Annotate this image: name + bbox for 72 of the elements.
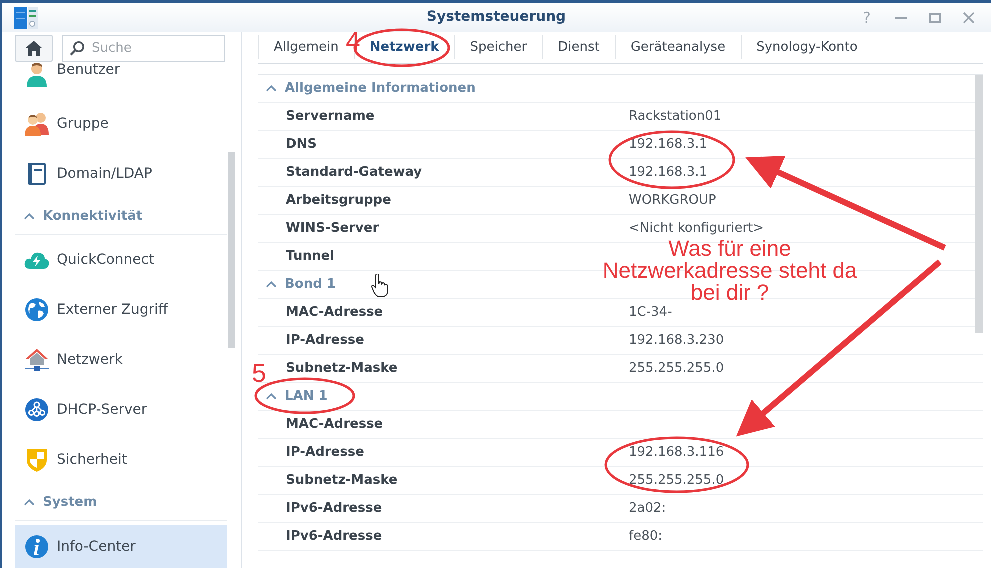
home-icon: [26, 41, 42, 56]
maximize-icon: [929, 12, 941, 22]
tab[interactable]: Speicher: [454, 35, 542, 59]
sidebar-item[interactable]: Sicherheit: [15, 435, 227, 485]
field-value: 192.168.3.1: [629, 137, 708, 152]
sidebar-item[interactable]: DHCP-Server: [15, 385, 227, 435]
tab[interactable]: Geräteanalyse: [614, 35, 741, 59]
sidebar-item[interactable]: QuickConnect: [15, 235, 227, 285]
field-value: <Nicht konfiguriert>: [629, 221, 764, 236]
home-button[interactable]: [15, 35, 53, 62]
field-value: 255.255.255.0: [629, 361, 724, 376]
field-value: Rackstation01: [629, 109, 722, 124]
field-value: 2a02:: [629, 501, 666, 516]
field-value: 192.168.3.1: [629, 165, 708, 180]
field-label: WINS-Server: [285, 221, 380, 236]
field-value: 192.168.3.230: [629, 333, 724, 348]
shield-icon: [25, 447, 49, 473]
tab[interactable]: Dienst: [542, 35, 615, 59]
field-value: 192.168.3.116: [629, 445, 724, 460]
directory-book-icon: [26, 162, 48, 186]
field-label: IPv6-Adresse: [285, 501, 384, 516]
chevron-up-icon[interactable]: [24, 213, 35, 220]
people-icon: [24, 111, 50, 137]
field-label: Subnetz-Maske: [285, 473, 399, 488]
field-label: DNS: [285, 137, 318, 152]
sidebar-section-title: System: [43, 495, 98, 510]
field-label: IP-Adresse: [285, 445, 366, 460]
field-label: MAC-Adresse: [285, 417, 384, 432]
scrollbar[interactable]: [228, 152, 235, 348]
search-icon: [70, 41, 85, 56]
scrollbar[interactable]: [975, 75, 983, 333]
section-title: LAN 1: [285, 389, 328, 404]
search-field[interactable]: Suche: [62, 35, 225, 62]
field-label: Subnetz-Maske: [285, 361, 399, 376]
chevron-up-icon[interactable]: [266, 281, 277, 288]
house-network-icon: [24, 348, 50, 372]
sidebar-item[interactable]: Externer Zugriff: [15, 285, 227, 335]
step-number: 5: [252, 360, 266, 386]
chevron-up-icon[interactable]: [266, 393, 277, 400]
sidebar-item[interactable]: Benutzer: [15, 62, 227, 99]
minimize-icon: [895, 16, 907, 18]
app-logo-icon: [14, 6, 38, 30]
globe-icon: [25, 298, 49, 322]
section-title: Allgemeine Informationen: [285, 81, 476, 96]
field-value: WORKGROUP: [629, 193, 716, 208]
sidebar-section-title: Konnektivität: [43, 209, 143, 224]
field-label: Tunnel: [285, 249, 336, 264]
chevron-up-icon[interactable]: [24, 499, 35, 506]
field-label: Arbeitsgruppe: [285, 193, 392, 208]
field-label: MAC-Adresse: [285, 305, 384, 320]
sidebar-item[interactable]: Gruppe: [15, 99, 227, 149]
sidebar-item[interactable]: Info-Center: [15, 525, 227, 568]
field-label: IPv6-Adresse: [285, 529, 384, 544]
chevron-up-icon[interactable]: [266, 85, 277, 92]
section-title: Bond 1: [285, 277, 336, 292]
field-value: 255.255.255.0: [629, 473, 724, 488]
field-label: Servername: [285, 109, 376, 124]
sidebar-item[interactable]: Domain/LDAP: [15, 149, 227, 199]
hand-cursor-icon: [371, 274, 389, 298]
field-value: fe80:: [629, 529, 662, 544]
field-label: Standard-Gateway: [285, 165, 424, 180]
cloud-bolt-icon: [24, 250, 50, 270]
info-icon: [25, 535, 49, 559]
close-icon: [963, 12, 975, 24]
window-title: Systemsteuerung: [426, 9, 566, 25]
field-value: 1C-34-: [629, 305, 672, 320]
network-nodes-icon: [25, 398, 49, 422]
field-label: IP-Adresse: [285, 333, 366, 348]
annotation-note: Was für eine Netzwerkadresse steht da bei dir ?: [602, 238, 858, 304]
tab[interactable]: Synology-Konto: [740, 35, 873, 59]
sidebar-item[interactable]: Netzwerk: [15, 335, 227, 385]
person-icon: [25, 62, 49, 88]
